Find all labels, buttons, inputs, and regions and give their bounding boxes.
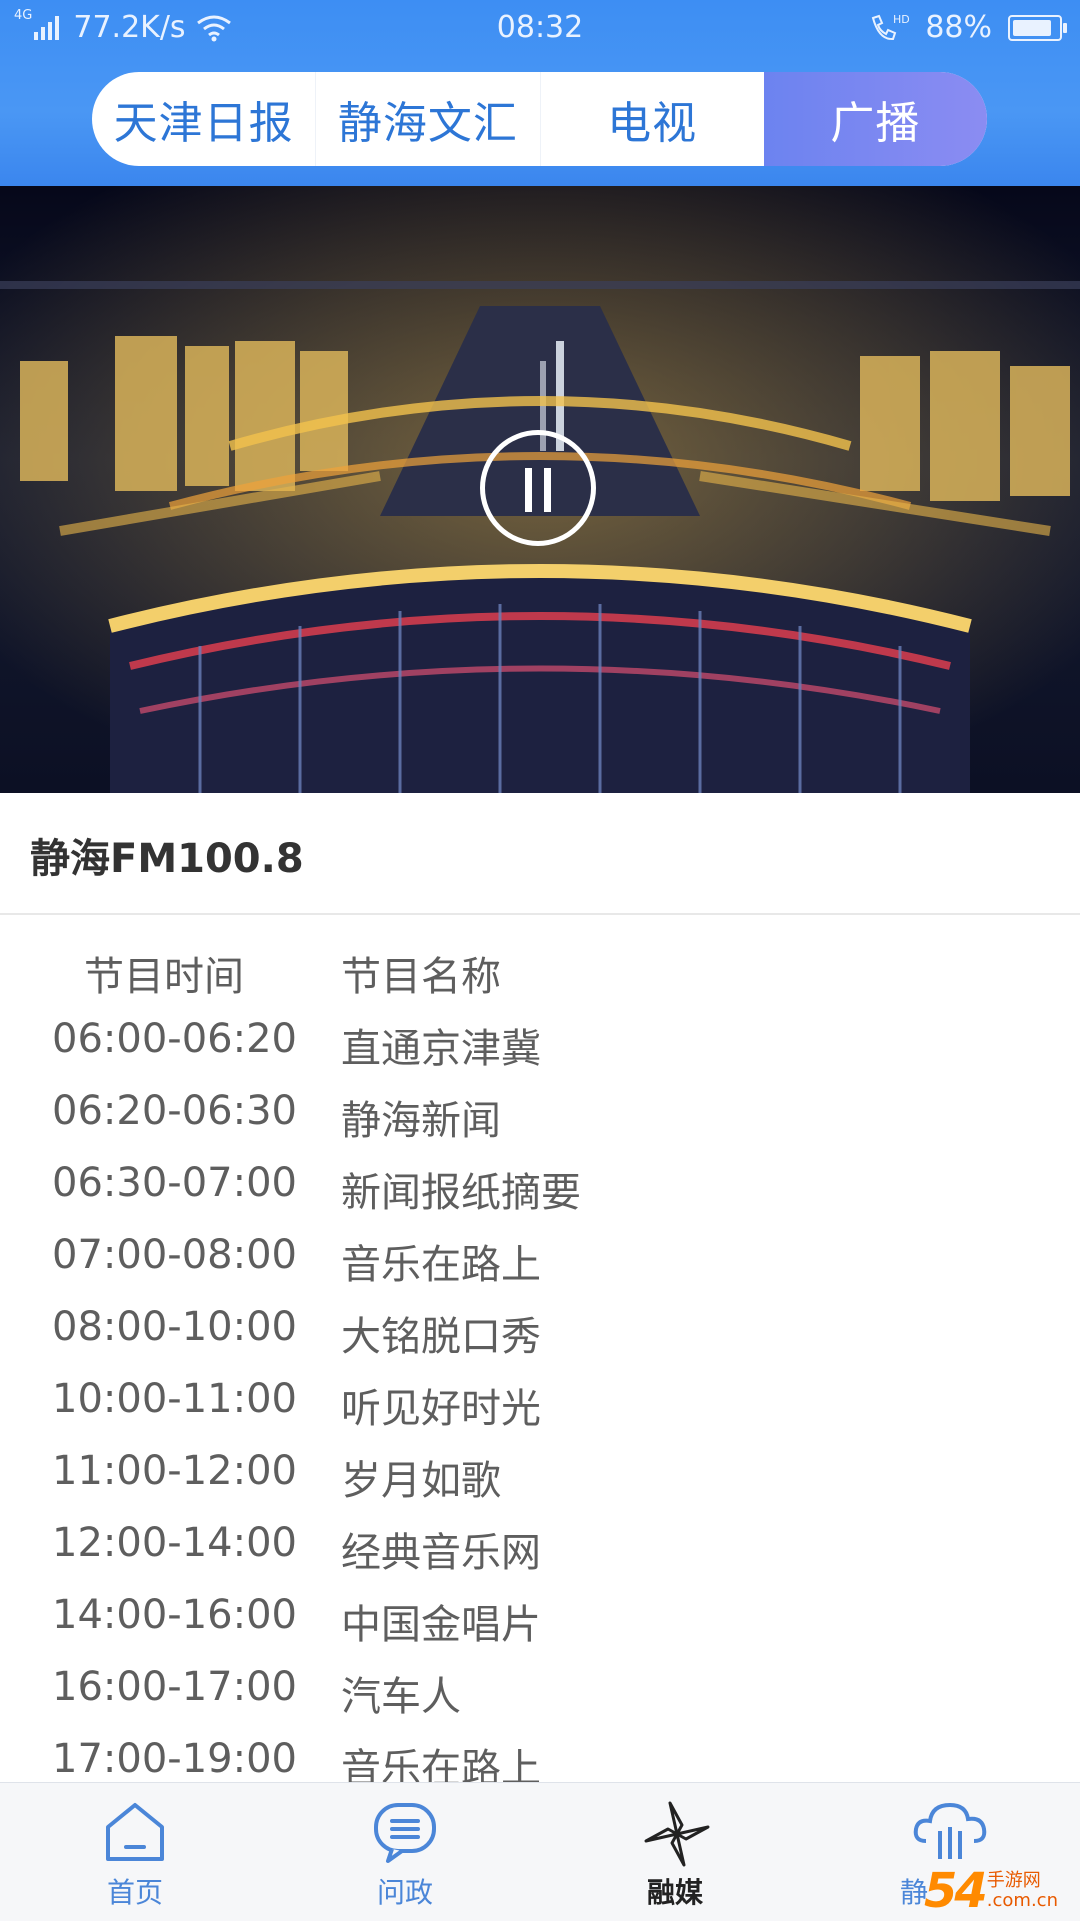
chat-icon <box>374 1803 436 1863</box>
source-tabs: 天津日报 静海文汇 电视 广播 <box>92 72 987 166</box>
battery-icon <box>1008 14 1067 41</box>
home-icon <box>106 1803 164 1861</box>
schedule-header: 节目时间 节目名称 <box>0 930 1080 1002</box>
schedule-row: 10:00-11:00 听见好时光 <box>0 1362 1080 1434</box>
program-name: 汽车人 <box>341 1674 461 1720</box>
top-header: 4G 77.2K/s 08:32 HD 88% 天津日报 静海文汇 电视 广播 <box>0 0 1080 186</box>
pause-icon-bar <box>544 468 551 512</box>
tab-jinghai-wenhui[interactable]: 静海文汇 <box>316 72 541 166</box>
program-time: 07:00-08:00 <box>52 1232 297 1278</box>
schedule-row: 14:00-16:00 中国金唱片 <box>0 1578 1080 1650</box>
program-name: 直通京津冀 <box>341 1026 541 1072</box>
program-name: 新闻报纸摘要 <box>341 1170 581 1216</box>
program-time: 06:00-06:20 <box>52 1016 297 1062</box>
program-name: 经典音乐网 <box>341 1530 541 1576</box>
nav-media[interactable]: 融媒 <box>540 1783 810 1921</box>
pinwheel-icon <box>644 1801 710 1867</box>
schedule-row: 06:30-07:00 新闻报纸摘要 <box>0 1146 1080 1218</box>
program-name: 音乐在路上 <box>341 1242 541 1288</box>
program-name: 静海新闻 <box>341 1098 501 1144</box>
divider <box>0 913 1080 915</box>
schedule-row: 06:00-06:20 直通京津冀 <box>0 1002 1080 1074</box>
site-watermark: 54 手游网 .com.cn <box>924 1863 1074 1919</box>
bottom-navigation: 首页 问政 融媒 静 <box>0 1782 1080 1921</box>
video-player[interactable] <box>0 186 1080 793</box>
program-time: 14:00-16:00 <box>52 1592 297 1638</box>
program-time: 11:00-12:00 <box>52 1448 297 1494</box>
battery-percent: 88% <box>925 10 992 45</box>
header-name: 节目名称 <box>341 954 501 1000</box>
program-name: 岁月如歌 <box>341 1458 501 1504</box>
nav-inquiry[interactable]: 问政 <box>270 1783 540 1921</box>
program-time: 06:20-06:30 <box>52 1088 297 1134</box>
program-name: 大铭脱口秀 <box>341 1314 541 1360</box>
program-time: 16:00-17:00 <box>52 1664 297 1710</box>
schedule-row: 08:00-10:00 大铭脱口秀 <box>0 1290 1080 1362</box>
program-schedule: 节目时间 节目名称 06:00-06:20 直通京津冀 06:20-06:30 静海… <box>0 930 1080 1794</box>
schedule-row: 12:00-14:00 经典音乐网 <box>0 1506 1080 1578</box>
tab-tv[interactable]: 电视 <box>541 72 764 166</box>
pause-button[interactable] <box>480 430 596 546</box>
schedule-row: 06:20-06:30 静海新闻 <box>0 1074 1080 1146</box>
nav-inquiry-label: 问政 <box>376 1876 433 1909</box>
tab-radio[interactable]: 广播 <box>763 72 987 166</box>
nav-home[interactable]: 首页 <box>0 1783 270 1921</box>
program-name: 中国金唱片 <box>341 1602 541 1648</box>
schedule-row: 16:00-17:00 汽车人 <box>0 1650 1080 1722</box>
program-time: 17:00-19:00 <box>52 1736 297 1782</box>
pause-icon <box>525 468 532 512</box>
hd-label: HD <box>893 13 909 26</box>
schedule-row: 07:00-08:00 音乐在路上 <box>0 1218 1080 1290</box>
nav-home-label: 首页 <box>106 1876 163 1909</box>
tab-tianjin-daily[interactable]: 天津日报 <box>92 72 317 166</box>
program-time: 10:00-11:00 <box>52 1376 297 1422</box>
schedule-row: 11:00-12:00 岁月如歌 <box>0 1434 1080 1506</box>
watermark-domain: .com.cn <box>986 1890 1058 1911</box>
nav-media-label: 融媒 <box>646 1876 703 1909</box>
program-time: 06:30-07:00 <box>52 1160 297 1206</box>
header-time: 节目时间 <box>84 954 244 1000</box>
hd-call-icon: HD <box>872 13 909 40</box>
program-time: 08:00-10:00 <box>52 1304 297 1350</box>
program-time: 12:00-14:00 <box>52 1520 297 1566</box>
station-name: 静海FM100.8 <box>30 836 304 882</box>
status-bar: 4G 77.2K/s 08:32 HD 88% <box>0 0 1080 56</box>
program-name: 听见好时光 <box>341 1386 541 1432</box>
cloud-icon <box>913 1802 987 1859</box>
watermark-number: 54 <box>924 1863 988 1919</box>
watermark-text: 手游网 <box>986 1870 1041 1891</box>
